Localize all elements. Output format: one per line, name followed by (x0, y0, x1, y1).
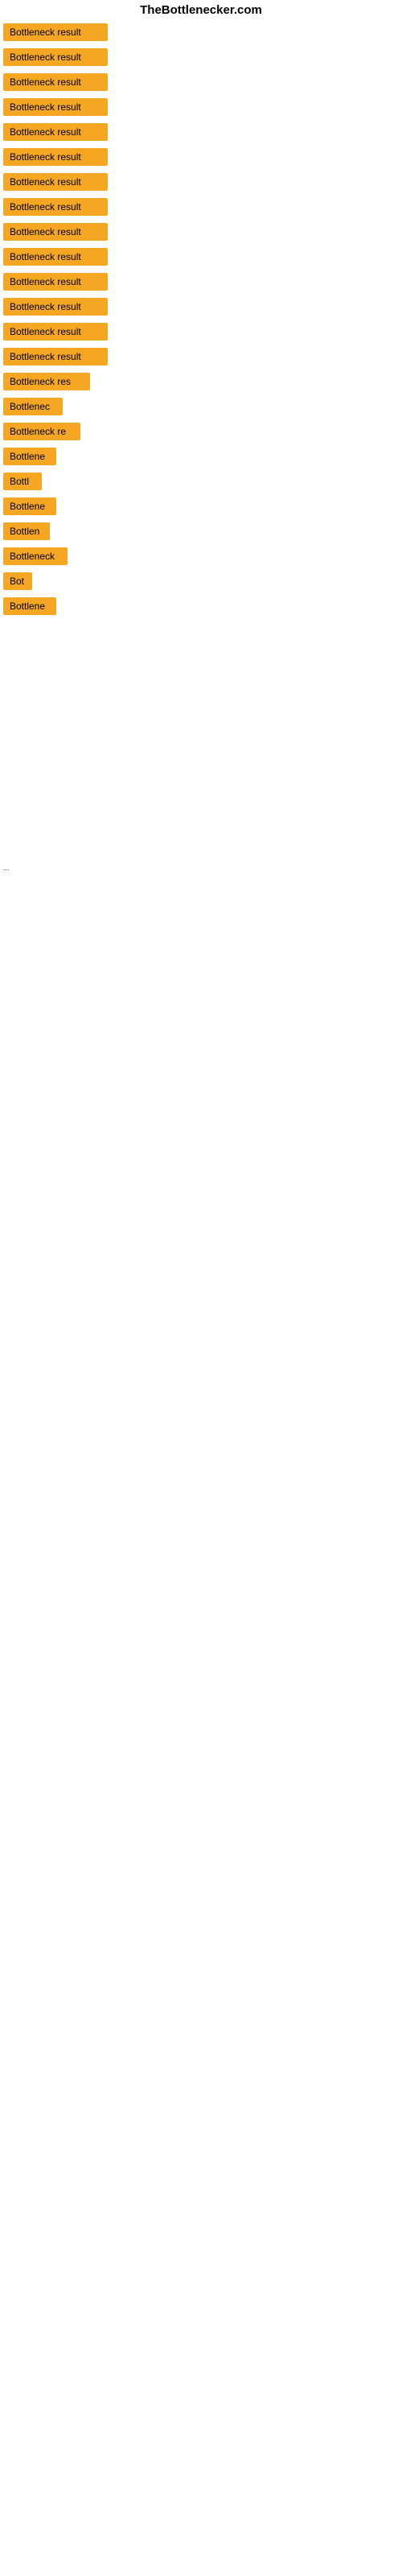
bottleneck-badge[interactable]: Bottleneck result (3, 123, 108, 141)
list-item: Bottleneck result (3, 273, 402, 293)
bottleneck-badge[interactable]: Bottlene (3, 497, 56, 515)
list-item: Bottleneck re (3, 423, 402, 443)
list-item: Bottlenec (3, 398, 402, 418)
list-item: Bottlen (3, 522, 402, 543)
list-item: Bottleneck (3, 547, 402, 568)
list-item: Bottleneck result (3, 348, 402, 368)
list-item: Bottleneck result (3, 98, 402, 118)
list-item: Bot (3, 572, 402, 592)
bottleneck-badge[interactable]: Bottleneck result (3, 248, 108, 266)
list-item: Bottlene (3, 497, 402, 518)
list-item: Bottleneck result (3, 248, 402, 268)
bottleneck-badge[interactable]: Bottleneck (3, 547, 68, 565)
list-item: Bottleneck result (3, 23, 402, 43)
list-item: Bottleneck result (3, 123, 402, 143)
bottleneck-badge[interactable]: Bottlene (3, 448, 56, 465)
footnote: ... (3, 864, 402, 872)
bottleneck-badge[interactable]: Bottleneck result (3, 323, 108, 341)
bottleneck-badge[interactable]: Bot (3, 572, 32, 590)
list-item: Bottleneck res (3, 373, 402, 393)
bottleneck-badge[interactable]: Bottleneck result (3, 23, 108, 41)
bottleneck-badge[interactable]: Bottleneck result (3, 48, 108, 66)
bottleneck-badge[interactable]: Bottl (3, 473, 42, 490)
bottleneck-badge[interactable]: Bottleneck result (3, 198, 108, 216)
bottleneck-badge[interactable]: Bottleneck result (3, 273, 108, 291)
list-item: Bottleneck result (3, 323, 402, 343)
list-item: Bottl (3, 473, 402, 493)
site-title: TheBottlenecker.com (140, 3, 262, 17)
bottleneck-badge[interactable]: Bottlenec (3, 398, 63, 415)
bottleneck-badge[interactable]: Bottleneck result (3, 298, 108, 316)
bottleneck-badge[interactable]: Bottleneck result (3, 348, 108, 365)
bottleneck-badge[interactable]: Bottlen (3, 522, 50, 540)
site-header: TheBottlenecker.com (0, 0, 402, 23)
bottleneck-badge[interactable]: Bottlene (3, 597, 56, 615)
bottleneck-badge[interactable]: Bottleneck result (3, 223, 108, 241)
bottleneck-badge[interactable]: Bottleneck result (3, 148, 108, 166)
bottleneck-badge[interactable]: Bottleneck result (3, 73, 108, 91)
list-item: Bottleneck result (3, 73, 402, 93)
list-item: Bottleneck result (3, 48, 402, 68)
bottleneck-badge[interactable]: Bottleneck result (3, 173, 108, 191)
list-item: Bottleneck result (3, 173, 402, 193)
list-item: Bottleneck result (3, 198, 402, 218)
bottleneck-badge[interactable]: Bottleneck res (3, 373, 90, 390)
list-item: Bottleneck result (3, 298, 402, 318)
list-item: Bottleneck result (3, 148, 402, 168)
list-item: Bottleneck result (3, 223, 402, 243)
list-item: Bottlene (3, 597, 402, 617)
bottleneck-badge[interactable]: Bottleneck result (3, 98, 108, 116)
bottleneck-badge[interactable]: Bottleneck re (3, 423, 80, 440)
list-item: Bottlene (3, 448, 402, 468)
